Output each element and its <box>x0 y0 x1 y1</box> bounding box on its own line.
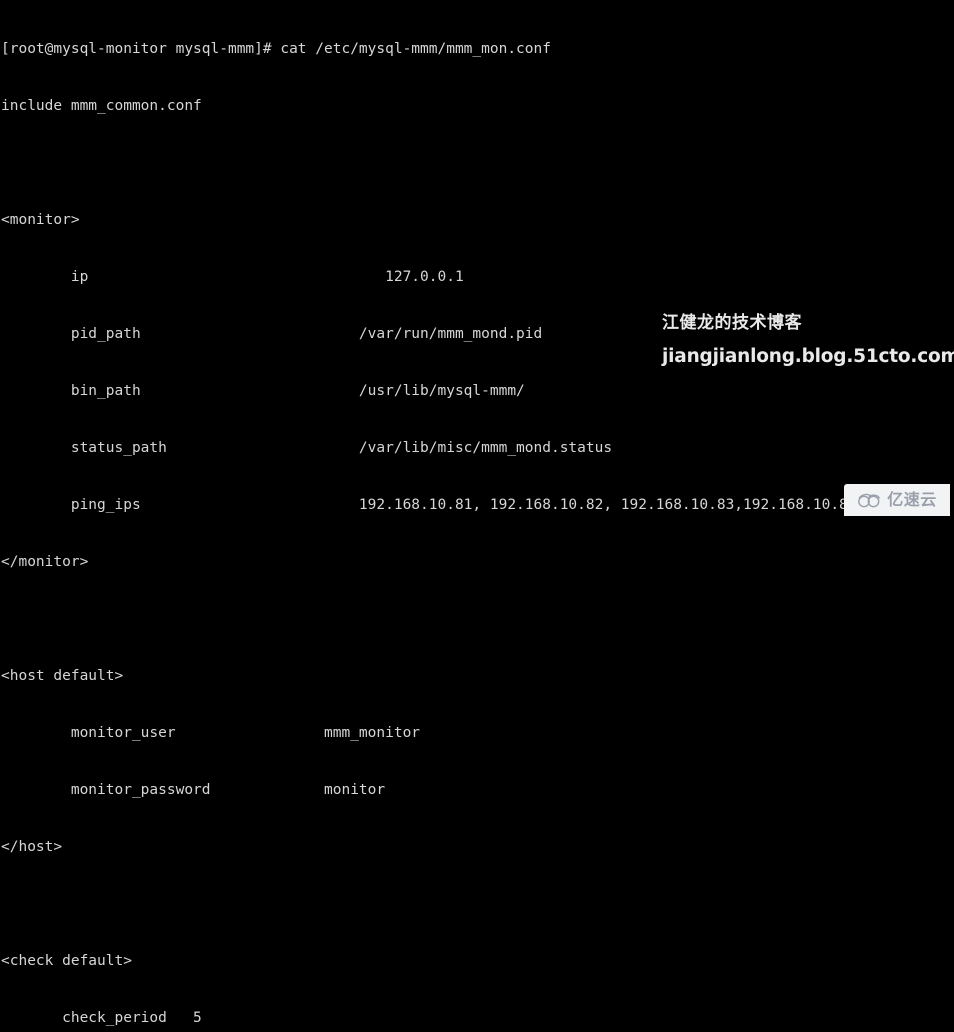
terminal-line: include mmm_common.conf <box>1 98 202 114</box>
terminal-line: pid_path /var/run/mmm_mond.pid <box>1 326 543 342</box>
terminal-output[interactable]: [root@mysql-monitor mysql-mmm]# cat /etc… <box>0 0 954 1026</box>
terminal-line: </monitor> <box>1 554 89 570</box>
terminal-line: <monitor> <box>1 212 80 228</box>
terminal-line: monitor_password monitor <box>1 782 386 798</box>
terminal-line: </host> <box>1 839 63 855</box>
terminal-line: ip 127.0.0.1 <box>1 269 464 285</box>
cloud-icon <box>857 491 883 509</box>
logo-text: 亿速云 <box>887 490 937 509</box>
terminal-line: check_period 5 <box>1 1010 202 1026</box>
terminal-line: status_path /var/lib/misc/mmm_mond.statu… <box>1 440 613 456</box>
terminal-line: [root@mysql-monitor mysql-mmm]# cat /etc… <box>1 41 551 57</box>
terminal-line: monitor_user mmm_monitor <box>1 725 421 741</box>
terminal-line: <host default> <box>1 668 124 684</box>
terminal-line: <check default> <box>1 953 132 969</box>
terminal-line: bin_path /usr/lib/mysql-mmm/ <box>1 383 525 399</box>
terminal-line: ping_ips 192.168.10.81, 192.168.10.82, 1… <box>1 497 857 513</box>
site-logo-badge: 亿速云 <box>844 484 950 516</box>
